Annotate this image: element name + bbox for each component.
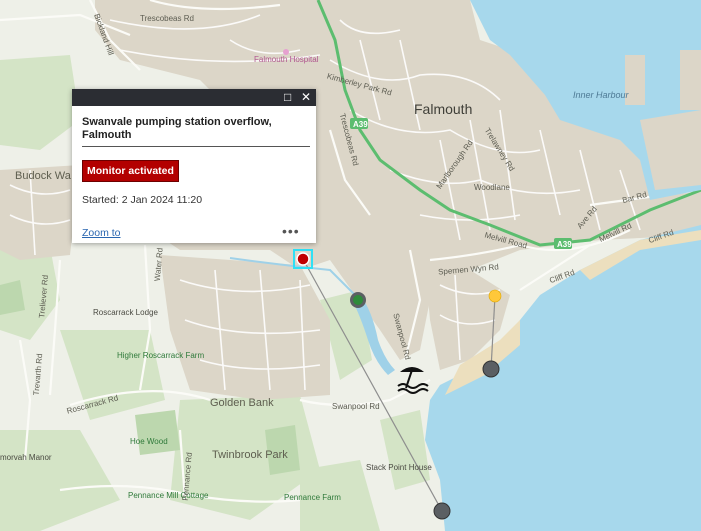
label-hospital: Falmouth Hospital — [254, 55, 319, 64]
label-inner-harbour: Inner Harbour — [573, 90, 629, 100]
label-stack-point: Stack Point House — [366, 463, 432, 472]
label-morvah: morvah Manor — [0, 453, 52, 462]
label-golden-bank: Golden Bank — [210, 397, 274, 409]
monitor-marker-red-selected[interactable] — [296, 252, 310, 266]
label-pennance-farm: Pennance Farm — [284, 493, 341, 502]
status-badge: Monitor activated — [82, 160, 179, 182]
label-higher-roscarrack: Higher Roscarrack Farm — [117, 351, 205, 360]
road-trescobeas: Trescobeas Rd — [140, 14, 194, 23]
zoom-to-link[interactable]: Zoom to — [82, 227, 121, 239]
a39-label-north: A39 — [353, 120, 368, 129]
label-budock: Budock Wa — [15, 170, 71, 182]
monitor-marker-green[interactable] — [353, 295, 363, 305]
label-roscarrack-lodge: Roscarrack Lodge — [93, 308, 158, 317]
road-woodlane: Woodlane — [474, 183, 510, 192]
label-twinbrook: Twinbrook Park — [212, 449, 288, 461]
label-hoe-wood: Hoe Wood — [130, 437, 168, 446]
label-pennance-mill: Pennance Mill Cottage — [128, 491, 209, 500]
popup-started-time: Started: 2 Jan 2024 11:20 — [82, 194, 203, 206]
outfall-marker-south[interactable] — [433, 502, 451, 520]
outfall-marker-east[interactable] — [482, 360, 500, 378]
close-icon[interactable]: ✕ — [301, 90, 311, 104]
road-swanpool: Swanpool Rd — [332, 402, 380, 411]
more-options-button[interactable]: ••• — [282, 223, 300, 239]
maximize-icon[interactable]: □ — [284, 90, 291, 104]
popup-title: Swanvale pumping station overflow, Falmo… — [82, 116, 272, 141]
label-falmouth: Falmouth — [414, 101, 473, 117]
popup-header-bar: □ ✕ — [72, 89, 316, 106]
a39-label-south: A39 — [557, 240, 572, 249]
feature-popup: □ ✕ Swanvale pumping station overflow, F… — [72, 89, 316, 243]
popup-divider — [82, 146, 310, 147]
monitor-marker-yellow[interactable] — [488, 289, 502, 303]
